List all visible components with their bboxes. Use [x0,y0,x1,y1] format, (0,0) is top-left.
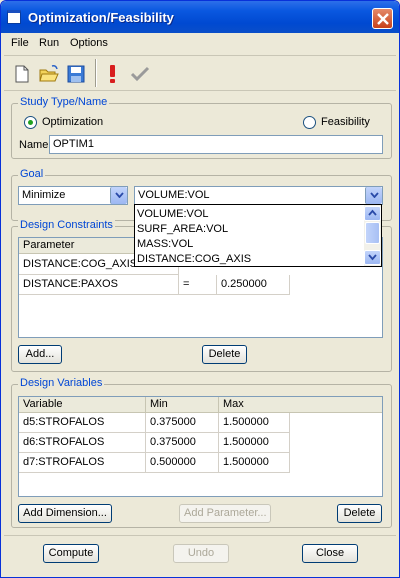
variable-row-1-name[interactable]: d5:STROFALOS [19,413,146,433]
add-constraint-button[interactable]: Add... [18,345,62,364]
toolbar-divider [95,59,97,87]
goal-direction-select[interactable]: Minimize [18,186,128,205]
open-folder-icon[interactable] [38,63,60,85]
measure-dropdown-button[interactable] [365,187,382,204]
delete-constraint-button[interactable]: Delete [202,345,247,364]
measure-option-1[interactable]: VOLUME:VOL [137,208,209,220]
variable-row-2-name[interactable]: d6:STROFALOS [19,433,146,453]
close-window-button[interactable] [372,8,393,29]
variables-variable-header[interactable]: Variable [19,397,146,413]
save-disk-icon[interactable] [65,63,87,85]
new-file-icon[interactable] [11,63,33,85]
goal-measure-value: VOLUME:VOL [138,189,210,201]
constraint-row-2-value[interactable]: 0.250000 [217,275,290,295]
menu-run[interactable]: Run [39,37,59,49]
window-icon [7,10,21,24]
goal-legend: Goal [18,168,46,180]
chevron-down-icon [370,192,379,198]
constraint-row-2-parameter[interactable]: DISTANCE:PAXOS [19,275,179,295]
chevron-down-icon [368,254,377,261]
footer-divider [4,535,396,536]
menu-divider [4,55,396,56]
variables-table[interactable]: Variable Min Max d5:STROFALOS 0.375000 1… [18,396,383,497]
variable-row-3-name[interactable]: d7:STROFALOS [19,453,146,473]
checkmark-icon[interactable] [129,63,151,85]
measure-dropdown-list[interactable]: VOLUME:VOL SURF_AREA:VOL MASS:VOL DISTAN… [134,204,382,267]
feasibility-radio[interactable] [303,116,316,129]
feasibility-label: Feasibility [321,116,370,128]
variable-row-1-min[interactable]: 0.375000 [146,413,219,433]
undo-button[interactable]: Undo [173,544,229,563]
study-type-legend: Study Type/Name [18,96,110,108]
variables-min-header[interactable]: Min [146,397,219,413]
variables-max-header[interactable]: Max [219,397,382,413]
window-title: Optimization/Feasibility [28,10,174,25]
chevron-down-icon [115,192,124,198]
optimization-radio[interactable] [24,116,37,129]
scroll-thumb[interactable] [365,222,380,244]
optimization-dialog: Optimization/Feasibility File Run Option… [0,0,400,578]
goal-direction-value: Minimize [22,189,66,201]
variable-row-2-min[interactable]: 0.375000 [146,433,219,453]
add-parameter-button[interactable]: Add Parameter... [179,504,271,523]
scroll-up-button[interactable] [364,206,381,221]
menu-options[interactable]: Options [70,37,108,49]
exclamation-run-icon[interactable] [102,63,124,85]
toolbar-divider-bottom [4,90,396,91]
constraint-row-2-operator[interactable]: = [179,275,217,295]
measure-option-4[interactable]: DISTANCE:COG_AXIS [137,253,251,265]
variable-row-1-max[interactable]: 1.500000 [219,413,290,433]
close-button[interactable]: Close [302,544,358,563]
design-variables-legend: Design Variables [18,377,105,389]
compute-button[interactable]: Compute [43,544,99,563]
name-field[interactable]: OPTIM1 [49,135,383,154]
direction-dropdown-button[interactable] [110,187,127,204]
chevron-up-icon [368,209,377,216]
optimization-label: Optimization [42,116,104,128]
design-constraints-legend: Design Constraints [18,219,115,231]
variable-row-3-max[interactable]: 1.500000 [219,453,290,473]
close-icon [377,13,389,25]
add-dimension-button[interactable]: Add Dimension... [18,504,112,523]
menu-file[interactable]: File [11,37,29,49]
variable-row-2-max[interactable]: 1.500000 [219,433,290,453]
title-bar[interactable]: Optimization/Feasibility [1,1,399,33]
dropdown-scrollbar[interactable] [364,205,381,266]
delete-variable-button[interactable]: Delete [337,504,382,523]
scroll-down-button[interactable] [364,250,381,265]
goal-measure-select[interactable]: VOLUME:VOL [134,186,383,205]
measure-option-3[interactable]: MASS:VOL [137,238,193,250]
variable-row-3-min[interactable]: 0.500000 [146,453,219,473]
name-label: Name [19,139,49,151]
measure-option-2[interactable]: SURF_AREA:VOL [137,223,228,235]
